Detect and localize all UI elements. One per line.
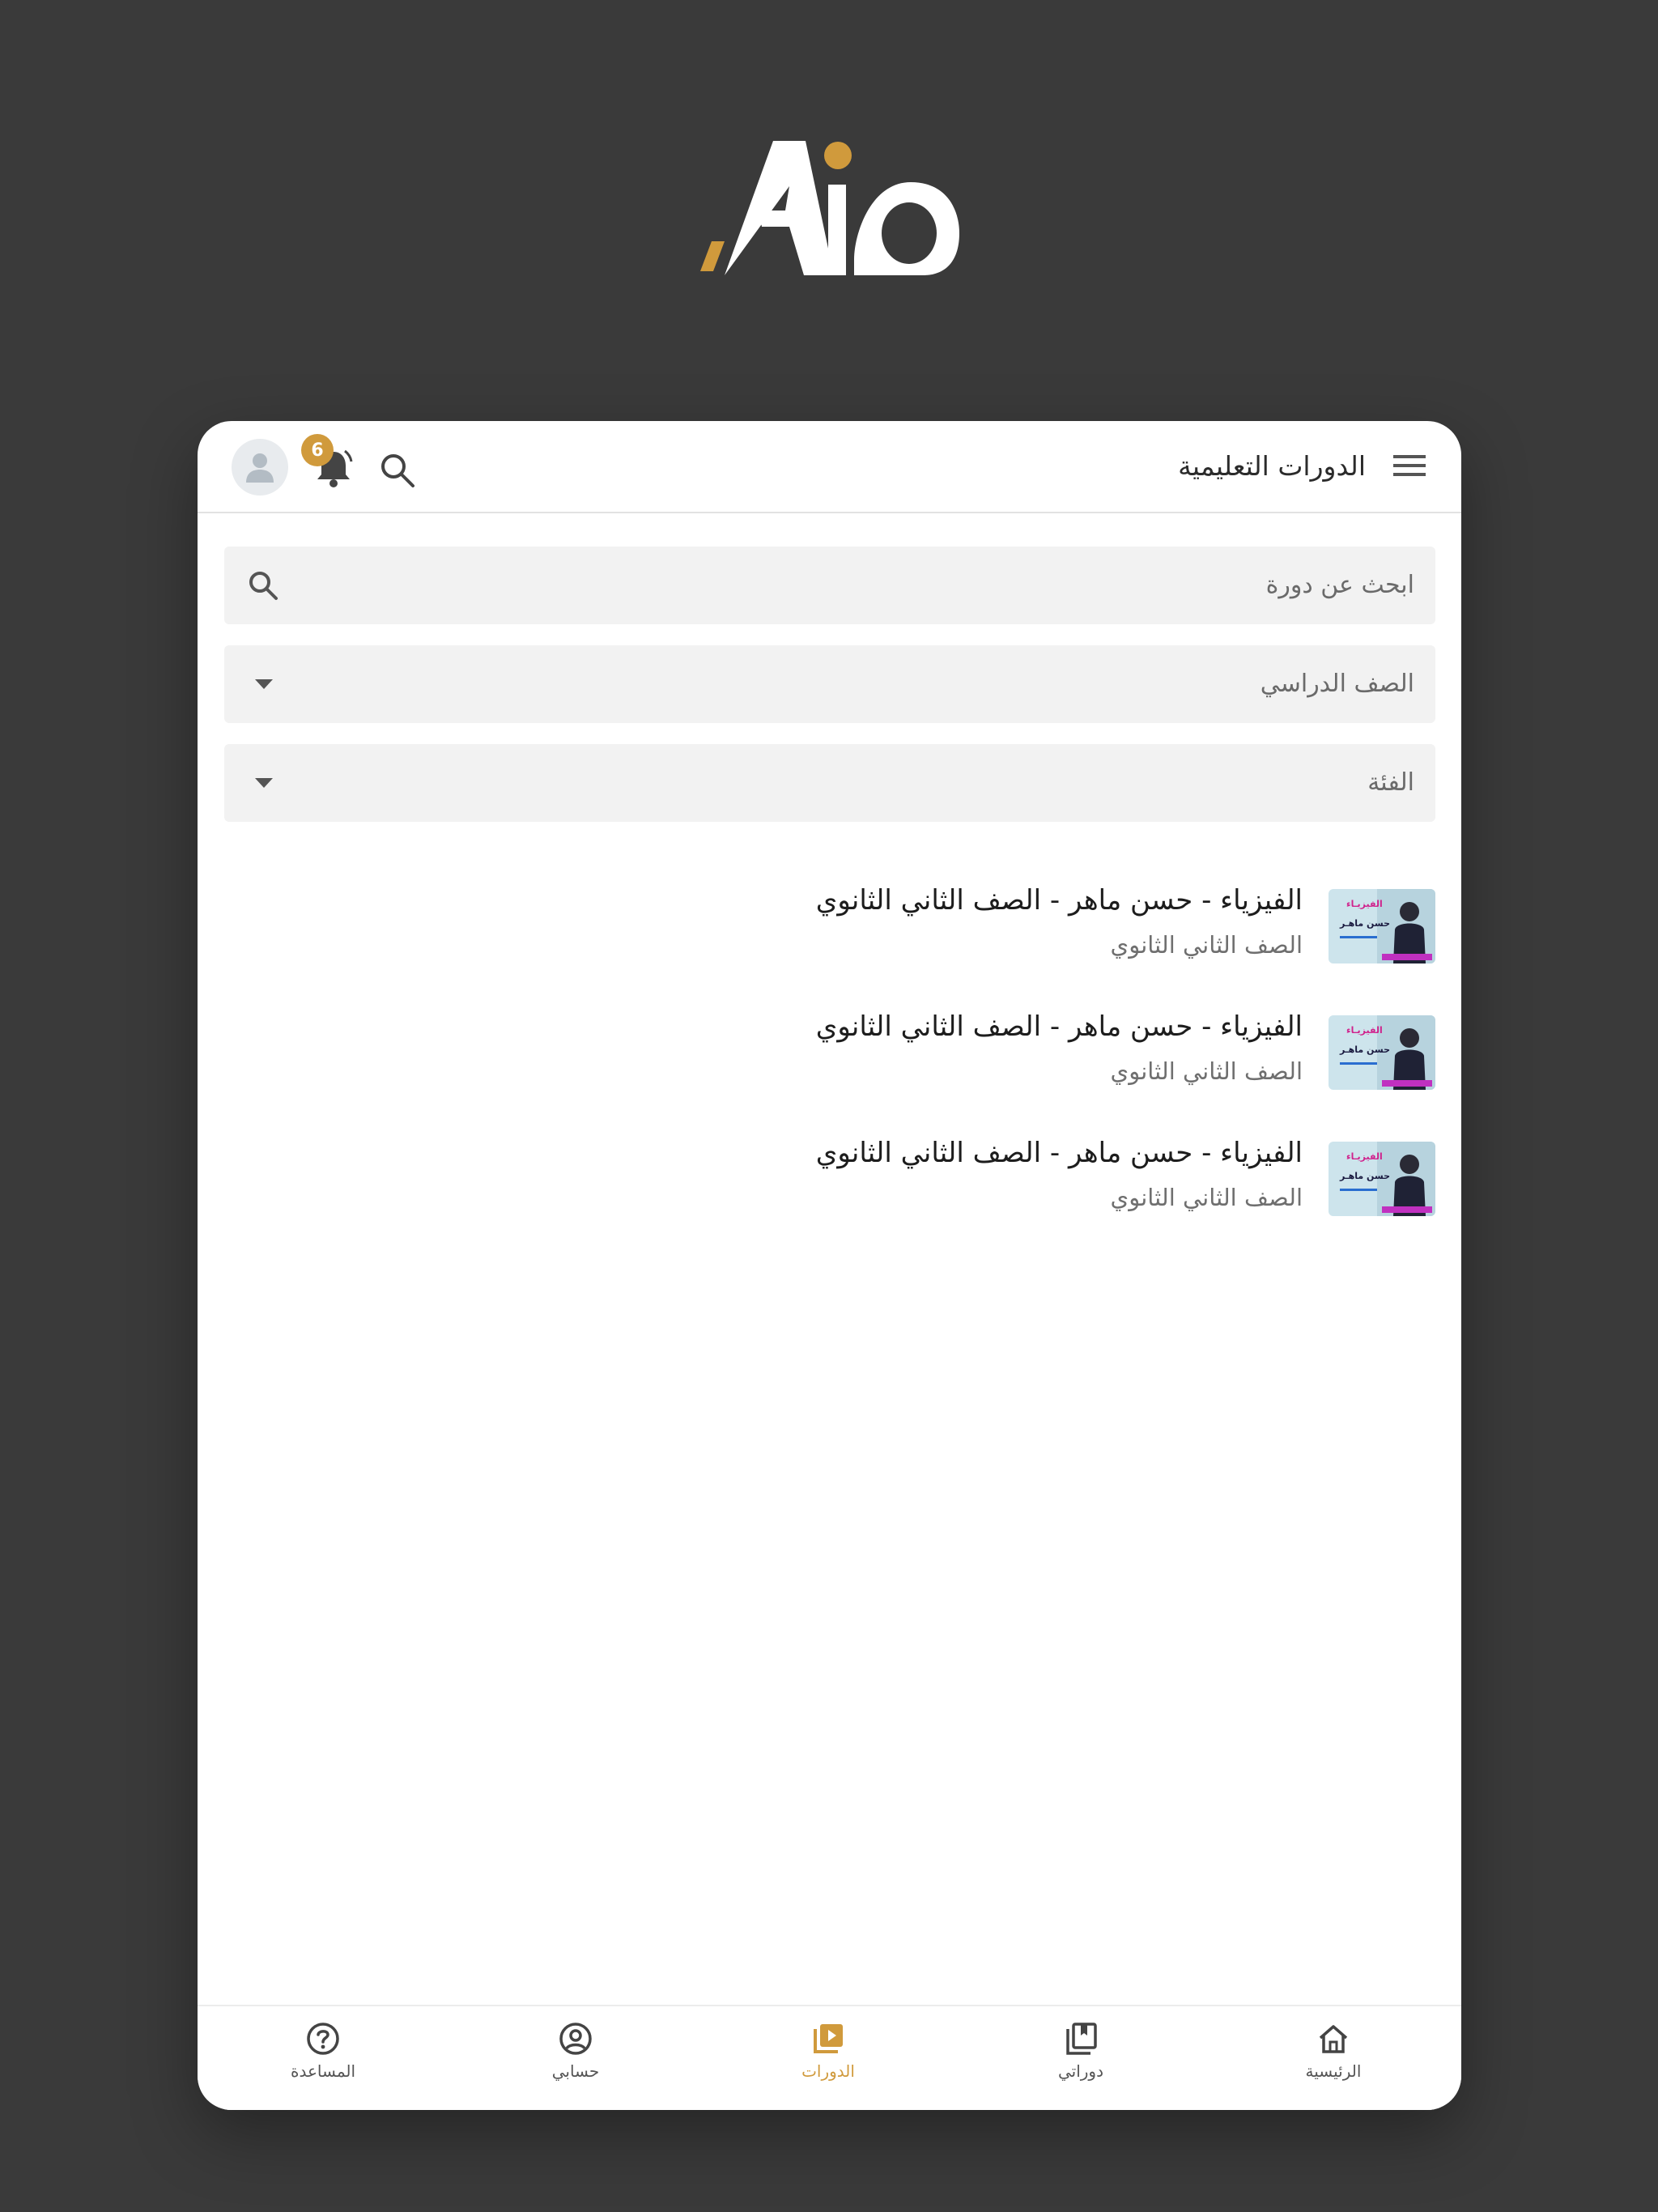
- svg-text:الفيزيـاء: الفيزيـاء: [1346, 1151, 1383, 1162]
- nav-my-courses-label: دوراتي: [1057, 2061, 1103, 2081]
- course-grade: الصف الثاني الثانوي: [1110, 1184, 1303, 1211]
- svg-text:حسن ماهـر: حسن ماهـر: [1339, 1171, 1390, 1181]
- course-grade: الصف الثاني الثانوي: [1110, 931, 1303, 959]
- home-icon: [1319, 2025, 1348, 2053]
- nav-account[interactable]: حسابي: [495, 2021, 657, 2102]
- search-placeholder: ابحث عن دورة: [1265, 571, 1414, 599]
- aio-logo: [700, 141, 959, 275]
- help-icon: [307, 2023, 339, 2055]
- page-title: الدورات التعليمية: [1178, 450, 1366, 482]
- course-thumbnail: الفيزيـاء حسن ماهـر: [1329, 1142, 1435, 1216]
- courses-icon: [814, 2024, 843, 2053]
- nav-help-label: المساعدة: [290, 2061, 356, 2081]
- course-title: الفيزياء - حسن ماهر - الصف الثاني الثانو…: [815, 1137, 1303, 1169]
- grade-select-label: الصف الدراسي: [1260, 670, 1414, 698]
- avatar[interactable]: [232, 439, 288, 496]
- nav-my-courses[interactable]: دوراتي: [1000, 2021, 1162, 2102]
- my-courses-icon: [1066, 2023, 1097, 2055]
- app-window: الدورات التعليمية 6 ابحث عن دورة الصف ال…: [198, 421, 1461, 2110]
- user-icon: [246, 453, 274, 483]
- category-select[interactable]: الفئة: [224, 744, 1435, 822]
- svg-text:الفيزيـاء: الفيزيـاء: [1346, 899, 1383, 909]
- search-icon[interactable]: [377, 450, 418, 491]
- course-thumbnail: الفيزيـاء حسن ماهـر: [1329, 889, 1435, 963]
- course-thumbnail: الفيزيـاء حسن ماهـر: [1329, 1015, 1435, 1090]
- grade-select[interactable]: الصف الدراسي: [224, 645, 1435, 723]
- course-grade: الصف الثاني الثانوي: [1110, 1057, 1303, 1085]
- nav-courses[interactable]: الدورات: [747, 2021, 909, 2102]
- nav-help[interactable]: المساعدة: [242, 2021, 404, 2102]
- nav-home[interactable]: الرئيسية: [1252, 2021, 1414, 2102]
- account-icon: [559, 2023, 592, 2055]
- nav-courses-label: الدورات: [801, 2061, 855, 2081]
- bottom-nav: المساعدة حسابي الدورات دوراتي الرئيسية: [198, 2005, 1461, 2110]
- nav-home-label: الرئيسية: [1305, 2061, 1362, 2081]
- svg-text:الفيزيـاء: الفيزيـاء: [1346, 1025, 1383, 1036]
- nav-account-label: حسابي: [551, 2061, 600, 2081]
- course-item[interactable]: الفيزيـاء حسن ماهـر الفيزياء - حسن ماهر …: [224, 1137, 1435, 1223]
- notification-badge: 6: [301, 434, 334, 466]
- menu-icon[interactable]: [1393, 452, 1426, 479]
- course-title: الفيزياء - حسن ماهر - الصف الثاني الثانو…: [815, 884, 1303, 917]
- course-item[interactable]: الفيزيـاء حسن ماهـر الفيزياء - حسن ماهر …: [224, 1010, 1435, 1096]
- search-field-icon: [249, 572, 278, 600]
- app-bar: الدورات التعليمية 6: [198, 421, 1461, 513]
- chevron-down-icon: [255, 778, 273, 788]
- chevron-down-icon: [255, 679, 273, 689]
- svg-text:حسن ماهـر: حسن ماهـر: [1339, 918, 1390, 929]
- category-select-label: الفئة: [1367, 768, 1414, 797]
- search-input[interactable]: ابحث عن دورة: [224, 547, 1435, 624]
- course-item[interactable]: الفيزيـاء حسن ماهـر الفيزياء - حسن ماهر …: [224, 884, 1435, 970]
- svg-text:حسن ماهـر: حسن ماهـر: [1339, 1044, 1390, 1055]
- course-title: الفيزياء - حسن ماهر - الصف الثاني الثانو…: [815, 1010, 1303, 1043]
